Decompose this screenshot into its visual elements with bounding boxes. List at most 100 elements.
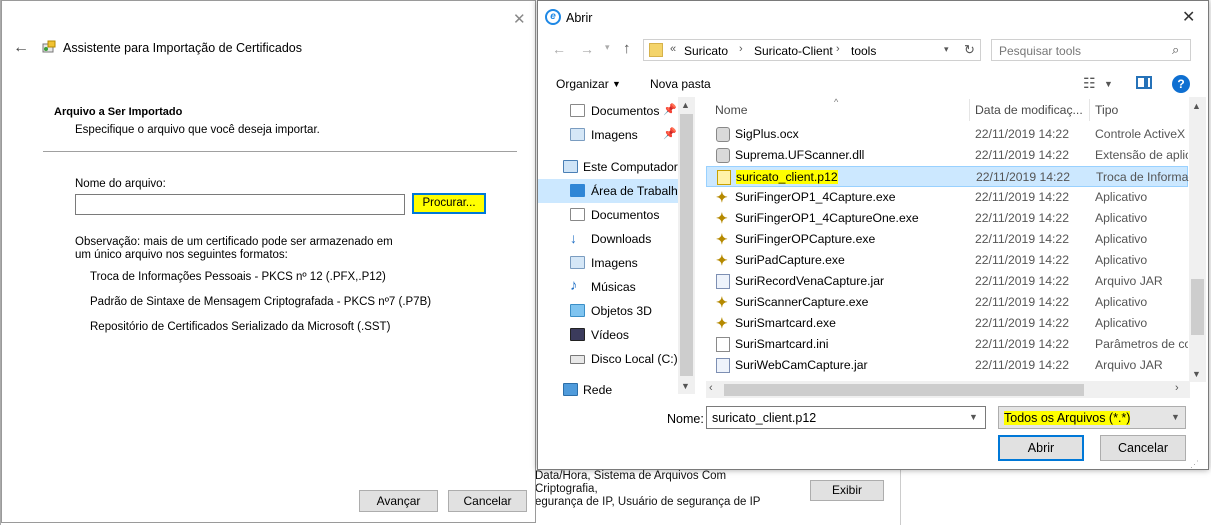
file-date: 22/11/2019 14:22 xyxy=(976,170,1070,184)
cancel-button[interactable]: Cancelar xyxy=(1100,435,1186,461)
file-name: SuriWebCamCapture.jar xyxy=(735,358,868,372)
tree-item-area-de-trabalho[interactable]: Área de Trabalho xyxy=(538,179,695,203)
back-arrow-icon[interactable]: ← xyxy=(13,39,29,57)
filename-input[interactable]: suricato_client.p12 ▼ xyxy=(706,406,986,429)
search-box[interactable]: Pesquisar tools ⌕ xyxy=(991,39,1191,61)
chevron-down-icon[interactable]: ▼ xyxy=(1192,369,1201,379)
file-row[interactable]: Suprema.UFScanner.dll 22/11/2019 14:22 E… xyxy=(706,145,1188,166)
pin-icon[interactable]: 📌 xyxy=(663,103,677,116)
column-header-name[interactable]: Nome xyxy=(715,103,748,117)
tree-item-rede[interactable]: Rede xyxy=(538,378,695,402)
jar-file-icon xyxy=(716,274,730,289)
up-arrow-icon[interactable]: ↑ xyxy=(623,40,631,57)
file-row[interactable]: ✦ SuriScannerCapture.exe 22/11/2019 14:2… xyxy=(706,292,1188,313)
file-name: suricato_client.p12 xyxy=(736,170,838,184)
chevron-down-icon[interactable]: ▼ xyxy=(1171,412,1180,422)
file-type-select[interactable]: Todos os Arquivos (*.*) ▼ xyxy=(998,406,1186,429)
documents-icon xyxy=(570,208,585,221)
column-header-type[interactable]: Tipo xyxy=(1095,103,1118,117)
tree-item-musicas[interactable]: ♪ Músicas xyxy=(538,275,695,299)
tree-item-label: Rede xyxy=(583,383,613,397)
chevron-down-icon[interactable]: ▼ xyxy=(612,79,621,89)
tree-item-downloads[interactable]: ↓ Downloads xyxy=(538,227,695,251)
section-title: Arquivo a Ser Importado xyxy=(54,106,183,118)
file-date: 22/11/2019 14:22 xyxy=(975,211,1069,225)
chevron-up-icon[interactable]: ▲ xyxy=(1192,101,1201,111)
close-icon[interactable]: ✕ xyxy=(1182,7,1195,27)
ini-file-icon xyxy=(716,337,730,352)
address-bar[interactable]: « Suricato › Suricato-Client › tools ▾ ↻ xyxy=(643,39,981,61)
file-name: SigPlus.ocx xyxy=(735,127,799,141)
chevron-down-icon[interactable]: ▼ xyxy=(969,412,978,422)
pictures-icon xyxy=(570,128,585,141)
browse-button[interactable]: Procurar... xyxy=(412,193,486,214)
forward-arrow-icon[interactable]: → xyxy=(580,41,594,57)
folder-icon xyxy=(649,43,663,57)
file-row[interactable]: ✦ SuriSmartcard.exe 22/11/2019 14:22 Apl… xyxy=(706,313,1188,334)
new-folder-button[interactable]: Nova pasta xyxy=(650,77,711,91)
open-button[interactable]: Abrir xyxy=(998,435,1084,461)
file-row[interactable]: ✦ SuriFingerOP1_4Capture.exe 22/11/2019 … xyxy=(706,187,1188,208)
help-icon[interactable]: ? xyxy=(1172,75,1190,93)
file-list-vertical-scrollbar[interactable] xyxy=(1189,97,1206,382)
tree-item-imagens[interactable]: Imagens xyxy=(538,251,695,275)
breadcrumb-item[interactable]: Suricato-Client xyxy=(754,44,833,58)
format-item: Padrão de Sintaxe de Mensagem Criptograf… xyxy=(90,296,432,308)
next-button[interactable]: Avançar xyxy=(359,490,438,512)
back-arrow-icon[interactable]: ← xyxy=(552,41,566,57)
breadcrumb-item[interactable]: Suricato xyxy=(684,44,728,58)
chevron-down-icon[interactable]: ▼ xyxy=(1104,79,1113,89)
file-row[interactable]: SigPlus.ocx 22/11/2019 14:22 Controle Ac… xyxy=(706,124,1188,145)
tree-item-este-computador[interactable]: Este Computador xyxy=(538,155,695,179)
close-icon[interactable]: ✕ xyxy=(513,10,526,28)
file-row[interactable]: SuriSmartcard.ini 22/11/2019 14:22 Parâm… xyxy=(706,334,1188,355)
chevron-right-icon[interactable]: › xyxy=(836,43,840,55)
tree-item-disco-local[interactable]: Disco Local (C:) xyxy=(538,347,695,371)
chevron-up-icon[interactable]: ▲ xyxy=(681,100,690,110)
background-text-line: egurança de IP, Usuário de segurança de … xyxy=(535,496,761,508)
file-row-selected[interactable]: suricato_client.p12 22/11/2019 14:22 Tro… xyxy=(706,166,1189,187)
chevron-left-icon[interactable]: ‹ xyxy=(709,382,713,394)
tree-item-imagens-quick[interactable]: Imagens 📌 xyxy=(538,123,695,147)
chevron-right-icon[interactable]: › xyxy=(1175,382,1179,394)
tree-item-documentos-quick[interactable]: Documentos 📌 xyxy=(538,99,695,123)
file-row[interactable]: SuriRecordVenaCapture.jar 22/11/2019 14:… xyxy=(706,271,1188,292)
file-row[interactable]: ✦ SuriFingerOPCapture.exe 22/11/2019 14:… xyxy=(706,229,1188,250)
tree-item-label: Disco Local (C:) xyxy=(591,352,678,366)
breadcrumb-item[interactable]: tools xyxy=(851,44,876,58)
chevron-down-icon[interactable]: ▾ xyxy=(944,44,949,55)
organize-menu[interactable]: Organizar xyxy=(556,77,609,91)
tree-scrollbar-thumb[interactable] xyxy=(680,114,693,376)
tree-item-label: Vídeos xyxy=(591,328,629,342)
pin-icon[interactable]: 📌 xyxy=(663,127,677,140)
chevron-down-icon[interactable]: ▼ xyxy=(681,381,690,391)
file-row[interactable]: ✦ SuriPadCapture.exe 22/11/2019 14:22 Ap… xyxy=(706,250,1188,271)
breadcrumb-overflow[interactable]: « xyxy=(670,43,676,55)
column-header-date[interactable]: Data de modificaç... xyxy=(975,103,1083,117)
tree-item-objetos-3d[interactable]: Objetos 3D xyxy=(538,299,695,323)
resize-grip-icon[interactable]: ⋰ xyxy=(1190,459,1199,470)
chevron-right-icon[interactable]: › xyxy=(739,43,743,55)
tree-item-videos[interactable]: Vídeos xyxy=(538,323,695,347)
search-icon[interactable]: ⌕ xyxy=(1172,42,1179,58)
view-options-icon[interactable]: ☷ xyxy=(1083,75,1096,92)
tree-item-label: Documentos xyxy=(591,104,660,118)
recent-locations-chevron-icon[interactable]: ▾ xyxy=(605,42,610,53)
file-type: Aplicativo xyxy=(1095,232,1148,246)
certificate-file-icon xyxy=(717,170,731,185)
file-row[interactable]: SuriWebCamCapture.jar 22/11/2019 14:22 A… xyxy=(706,355,1188,376)
cancel-button[interactable]: Cancelar xyxy=(448,490,527,512)
certificate-wizard-icon xyxy=(41,39,57,55)
tree-item-documentos[interactable]: Documentos xyxy=(538,203,695,227)
objects-3d-icon xyxy=(570,304,585,317)
horizontal-scrollbar-thumb[interactable] xyxy=(724,384,1084,396)
file-row[interactable]: ✦ SuriFingerOP1_4CaptureOne.exe 22/11/20… xyxy=(706,208,1188,229)
vertical-scrollbar-thumb[interactable] xyxy=(1191,279,1204,335)
file-name-input[interactable] xyxy=(75,194,405,215)
file-date: 22/11/2019 14:22 xyxy=(975,190,1069,204)
tree-item-label: Este Computador xyxy=(583,160,678,174)
refresh-icon[interactable]: ↻ xyxy=(964,42,975,58)
file-date: 22/11/2019 14:22 xyxy=(975,358,1069,372)
preview-pane-icon[interactable] xyxy=(1136,76,1152,89)
exibir-button[interactable]: Exibir xyxy=(810,480,884,501)
